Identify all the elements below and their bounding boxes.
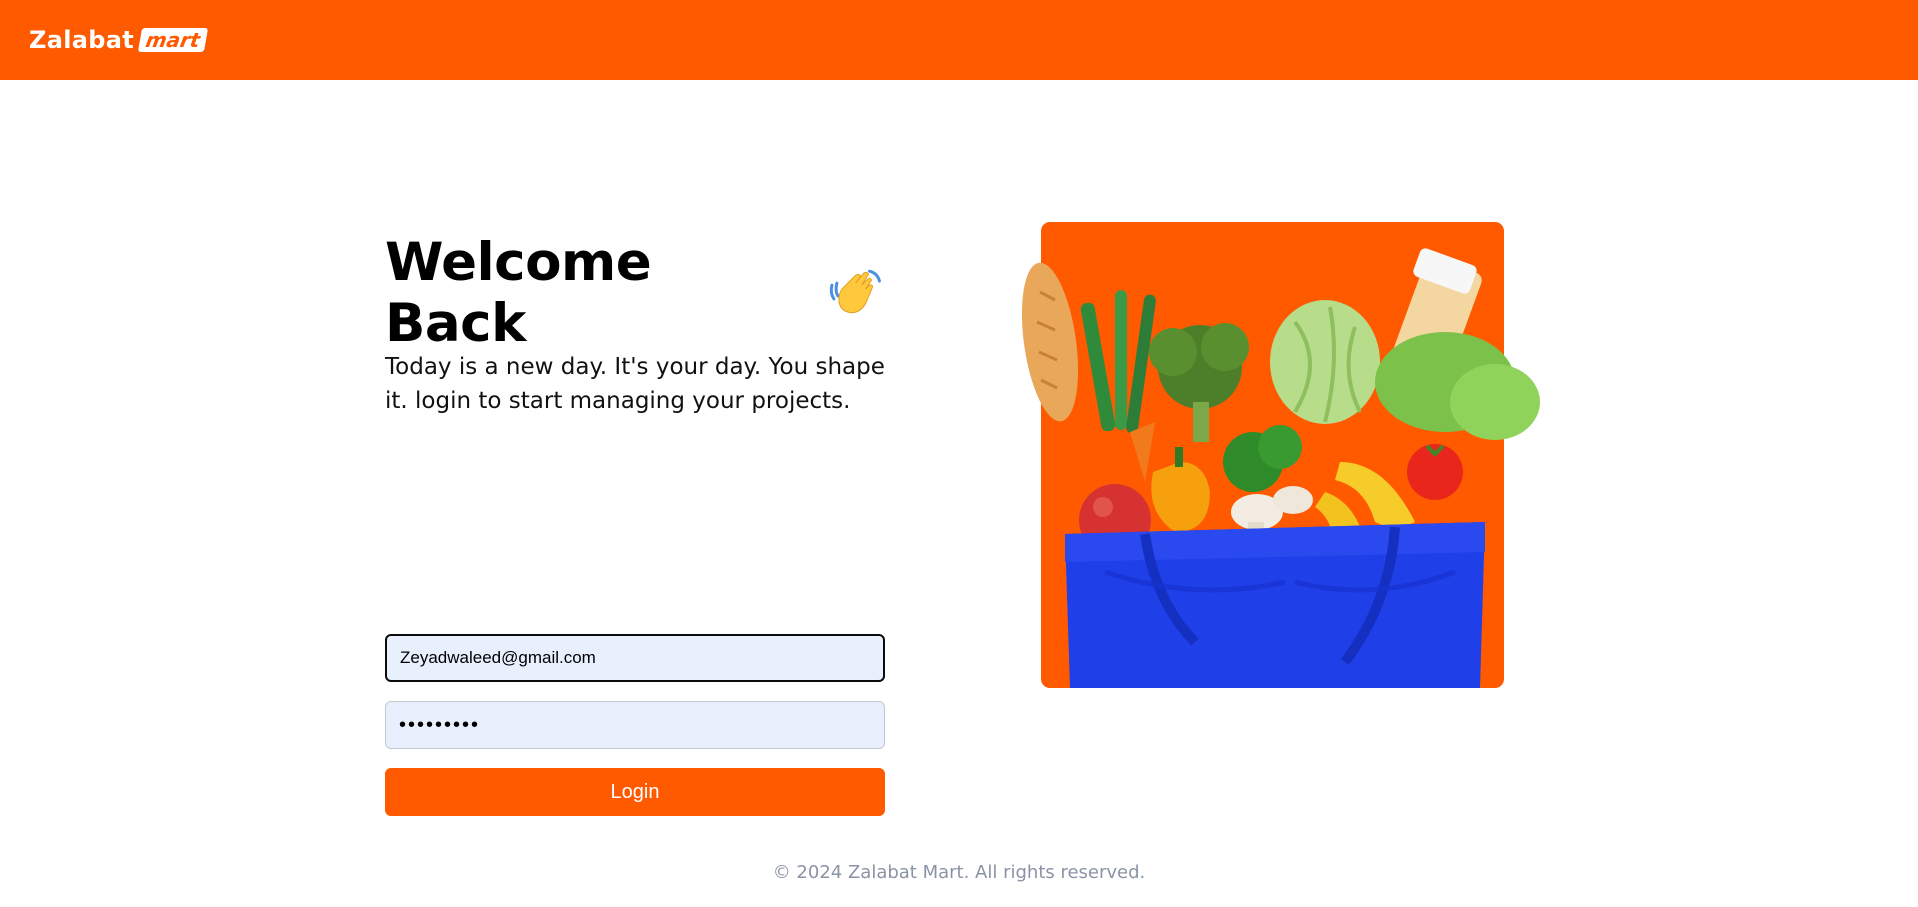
login-form: Welcome Back Today is a new day. It's yo…: [385, 232, 885, 816]
waving-hand-icon: [829, 269, 881, 314]
zalabat-mart-logo[interactable]: Zalabat mart: [29, 26, 208, 54]
grocery-bag-illustration: [1021, 248, 1540, 688]
password-field[interactable]: [385, 701, 885, 749]
logo-wordmark: Zalabat: [29, 26, 134, 54]
logo-mart-tag: mart: [137, 28, 208, 52]
footer-copyright: © 2024 Zalabat Mart. All rights reserved…: [772, 862, 1146, 883]
title-row: Welcome Back: [385, 232, 885, 354]
grocery-hero-image: [995, 222, 1580, 688]
login-button[interactable]: Login: [385, 768, 885, 816]
top-bar: Zalabat mart: [0, 0, 1918, 80]
welcome-subtitle: Today is a new day. It's your day. You s…: [385, 354, 885, 414]
email-field[interactable]: [385, 634, 885, 682]
page-title: Welcome Back: [385, 232, 652, 354]
